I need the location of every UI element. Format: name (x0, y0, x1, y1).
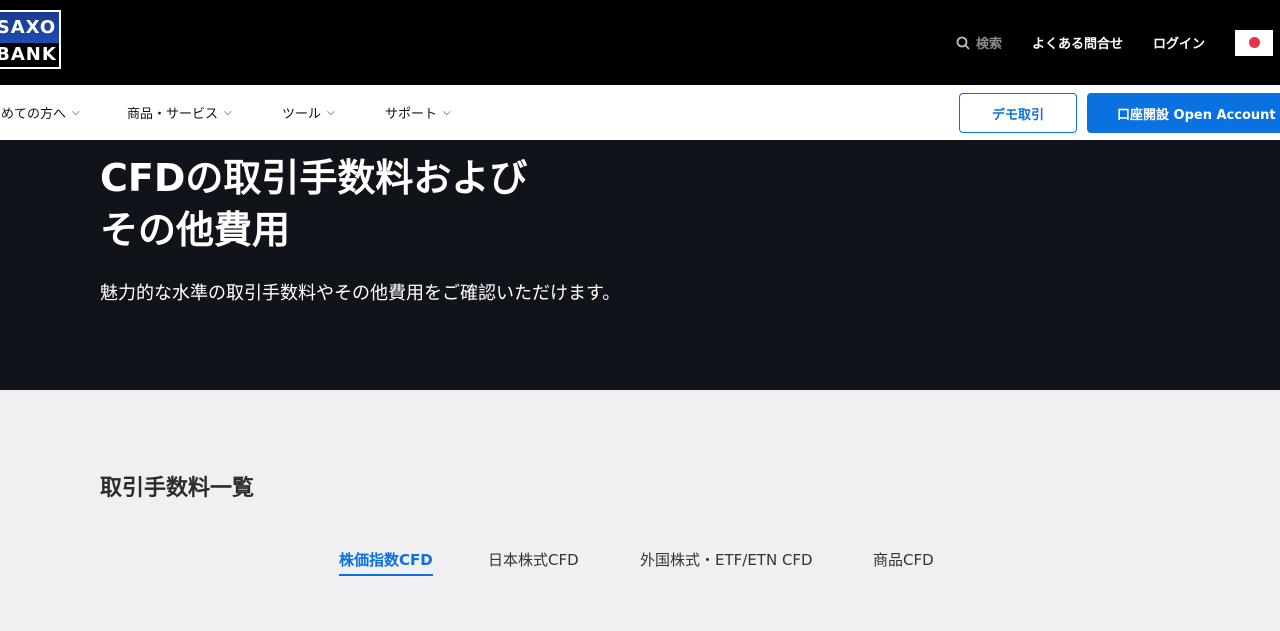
page-title-line-2: その他費用 (100, 208, 291, 252)
search-button[interactable]: 検索 (956, 33, 1002, 52)
nav-item-products[interactable]: 商品・サービス ⌵ (127, 85, 232, 140)
tab-japan-stock-cfd[interactable]: 日本株式CFD (488, 540, 579, 576)
nav-item-beginners[interactable]: 初めての方へ ⌵ (0, 85, 80, 140)
hero-subtitle: 魅力的な水準の取引手数料やその他費用をご確認いただけます。 (100, 283, 621, 304)
search-label: 検索 (975, 37, 1002, 52)
page-title: CFDの取引手数料および その他費用 (100, 152, 620, 256)
fee-tabs: 株価指数CFD 日本株式CFD 外国株式・ETF/ETN CFD 商品CFD (0, 540, 1280, 580)
chevron-down-icon: ⌵ (443, 107, 451, 118)
search-icon (956, 36, 970, 50)
saxo-bank-logo[interactable]: SAXO BANK (0, 10, 61, 69)
japan-flag-icon (1248, 37, 1260, 48)
section-title: 取引手数料一覧 (100, 476, 255, 501)
open-account-button[interactable]: 口座開設 Open Account (1087, 93, 1280, 133)
nav-item-label: 商品・サービス (127, 107, 219, 122)
chevron-down-icon: ⌵ (224, 107, 232, 118)
nav-item-label: サポート (385, 107, 438, 122)
demo-trade-button[interactable]: デモ取引 (959, 93, 1077, 133)
nav-item-label: ツール (282, 107, 322, 122)
chevron-down-icon: ⌵ (72, 107, 80, 118)
logo-line-1: SAXO (0, 17, 57, 38)
chevron-down-icon: ⌵ (327, 107, 335, 118)
nav-item-support[interactable]: サポート ⌵ (385, 85, 451, 140)
tab-foreign-stock-cfd[interactable]: 外国株式・ETF/ETN CFD (640, 540, 813, 576)
hero-banner: CFDの取引手数料および その他費用 魅力的な水準の取引手数料やその他費用をご確… (0, 140, 1280, 390)
tab-commodity-cfd[interactable]: 商品CFD (873, 540, 934, 576)
logo-line-2: BANK (0, 43, 59, 67)
nav-item-label: 初めての方へ (0, 107, 67, 122)
top-actions: 検索 よくある問合せ ログイン (956, 0, 1280, 85)
nav-item-tools[interactable]: ツール ⌵ (282, 85, 335, 140)
login-link[interactable]: ログイン (1153, 33, 1205, 52)
top-bar: SAXO BANK 検索 よくある問合せ ログイン (0, 0, 1280, 85)
page-title-line-1: CFDの取引手数料および (100, 156, 528, 200)
language-selector[interactable] (1235, 29, 1273, 56)
tab-index-cfd[interactable]: 株価指数CFD (339, 540, 433, 576)
faq-link[interactable]: よくある問合せ (1032, 33, 1123, 52)
